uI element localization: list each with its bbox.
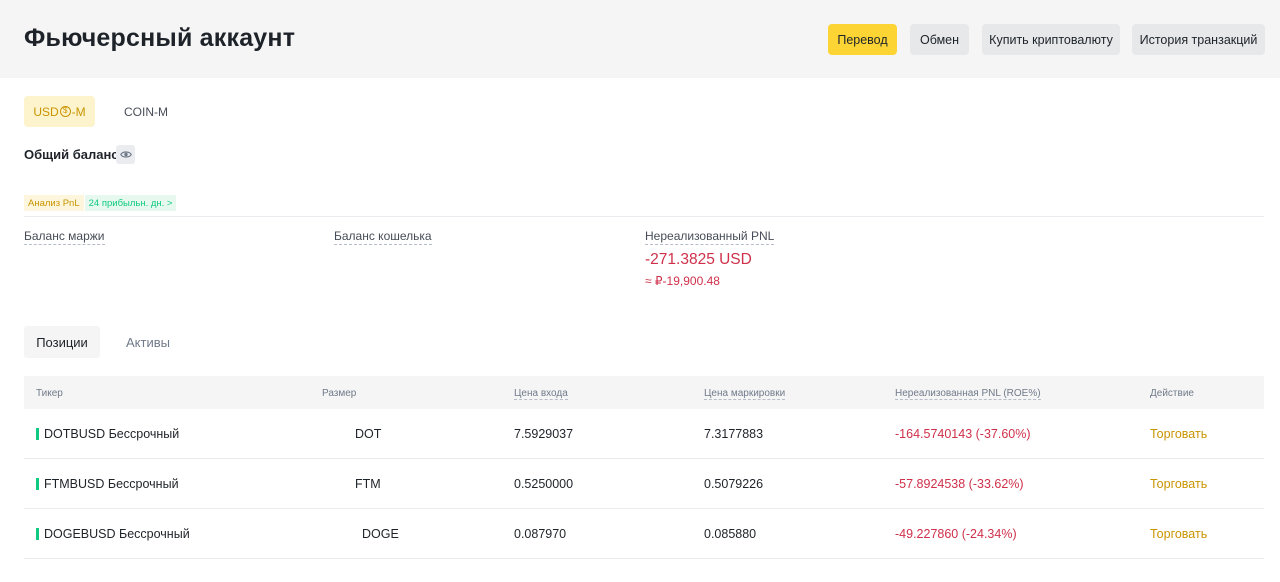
size-cell: DOGE xyxy=(362,527,399,541)
header-ticker: Тикер xyxy=(36,388,63,399)
table-row: DOTBUSD Бессрочный DOT 7.5929037 7.31778… xyxy=(24,409,1264,459)
header-entry-price: Цена входа xyxy=(514,388,568,400)
mark-price-cell: 0.5079226 xyxy=(704,477,764,491)
unrealized-pnl-cell: -57.8924538 (-33.62%) xyxy=(895,477,1024,491)
entry-price-cell: 7.5929037 xyxy=(514,427,574,441)
tab-usd-m-label-suffix: -M xyxy=(71,104,86,119)
wallet-balance-label: Баланс кошелька xyxy=(334,229,432,245)
ticker-cell: DOTBUSD Бессрочный xyxy=(44,427,180,441)
tab-assets[interactable]: Активы xyxy=(112,326,184,358)
profit-days-badge: 24 прибыльн. дн. > xyxy=(84,195,177,211)
long-side-indicator xyxy=(36,478,39,490)
page-title: Фьючерсный аккаунт xyxy=(24,24,296,52)
tab-usd-m-label-prefix: USD xyxy=(33,104,59,119)
buy-crypto-button[interactable]: Купить криптовалюту xyxy=(982,24,1120,55)
tab-positions[interactable]: Позиции xyxy=(24,326,100,358)
unrealized-pnl-value: -271.3825 USD xyxy=(645,251,752,268)
header-unrealized-pnl: Нереализованная PNL (ROE%) xyxy=(895,388,1041,400)
trade-link[interactable]: Торговать xyxy=(1150,427,1207,441)
unrealized-pnl-cell: -49.227860 (-24.34%) xyxy=(895,527,1017,541)
unrealized-pnl-label: Нереализованный PNL xyxy=(645,229,775,245)
unrealized-pnl-cell: -164.5740143 (-37.60%) xyxy=(895,427,1031,441)
pnl-analysis-tag[interactable]: Анализ PnL 24 прибыльн. дн. > xyxy=(24,195,177,211)
entry-price-cell: 0.5250000 xyxy=(514,477,574,491)
transaction-history-button[interactable]: История транзакций xyxy=(1132,24,1265,55)
mark-price-cell: 0.085880 xyxy=(704,527,757,541)
table-header: Тикер Размер Цена входа Цена маркировки … xyxy=(24,376,1264,409)
margin-balance-label: Баланс маржи xyxy=(24,229,105,245)
usd-coin-icon: $ xyxy=(59,106,71,117)
page-header: Фьючерсный аккаунт Перевод Обмен Купить … xyxy=(0,0,1280,78)
entry-price-cell: 0.087970 xyxy=(514,527,567,541)
trade-link[interactable]: Торговать xyxy=(1150,477,1207,491)
eye-icon[interactable] xyxy=(116,145,135,164)
unrealized-pnl-approx: ≈ ₽-19,900.48 xyxy=(645,274,720,288)
size-cell: FTM xyxy=(355,477,381,491)
long-side-indicator xyxy=(36,528,39,540)
total-balance-label: Общий баланс xyxy=(24,147,119,162)
divider xyxy=(24,216,1264,217)
table-row: DOGEBUSD Бессрочный DOGE 0.087970 0.0858… xyxy=(24,509,1264,559)
tab-coin-m[interactable]: COIN-M xyxy=(116,96,176,127)
transfer-button[interactable]: Перевод xyxy=(828,24,897,55)
ticker-cell: FTMBUSD Бессрочный xyxy=(44,477,179,491)
ticker-cell: DOGEBUSD Бессрочный xyxy=(44,527,190,541)
pnl-analysis-label: Анализ PnL xyxy=(24,195,84,211)
tab-usd-m[interactable]: USD $ -M xyxy=(24,96,95,127)
header-mark-price: Цена маркировки xyxy=(704,388,786,400)
exchange-button[interactable]: Обмен xyxy=(910,24,969,55)
mark-price-cell: 7.3177883 xyxy=(704,427,764,441)
header-action: Действие xyxy=(1150,388,1194,399)
trade-link[interactable]: Торговать xyxy=(1150,527,1207,541)
size-cell: DOT xyxy=(355,427,382,441)
table-row: FTMBUSD Бессрочный FTM 0.5250000 0.50792… xyxy=(24,459,1264,509)
header-size: Размер xyxy=(322,388,357,399)
long-side-indicator xyxy=(36,428,39,440)
